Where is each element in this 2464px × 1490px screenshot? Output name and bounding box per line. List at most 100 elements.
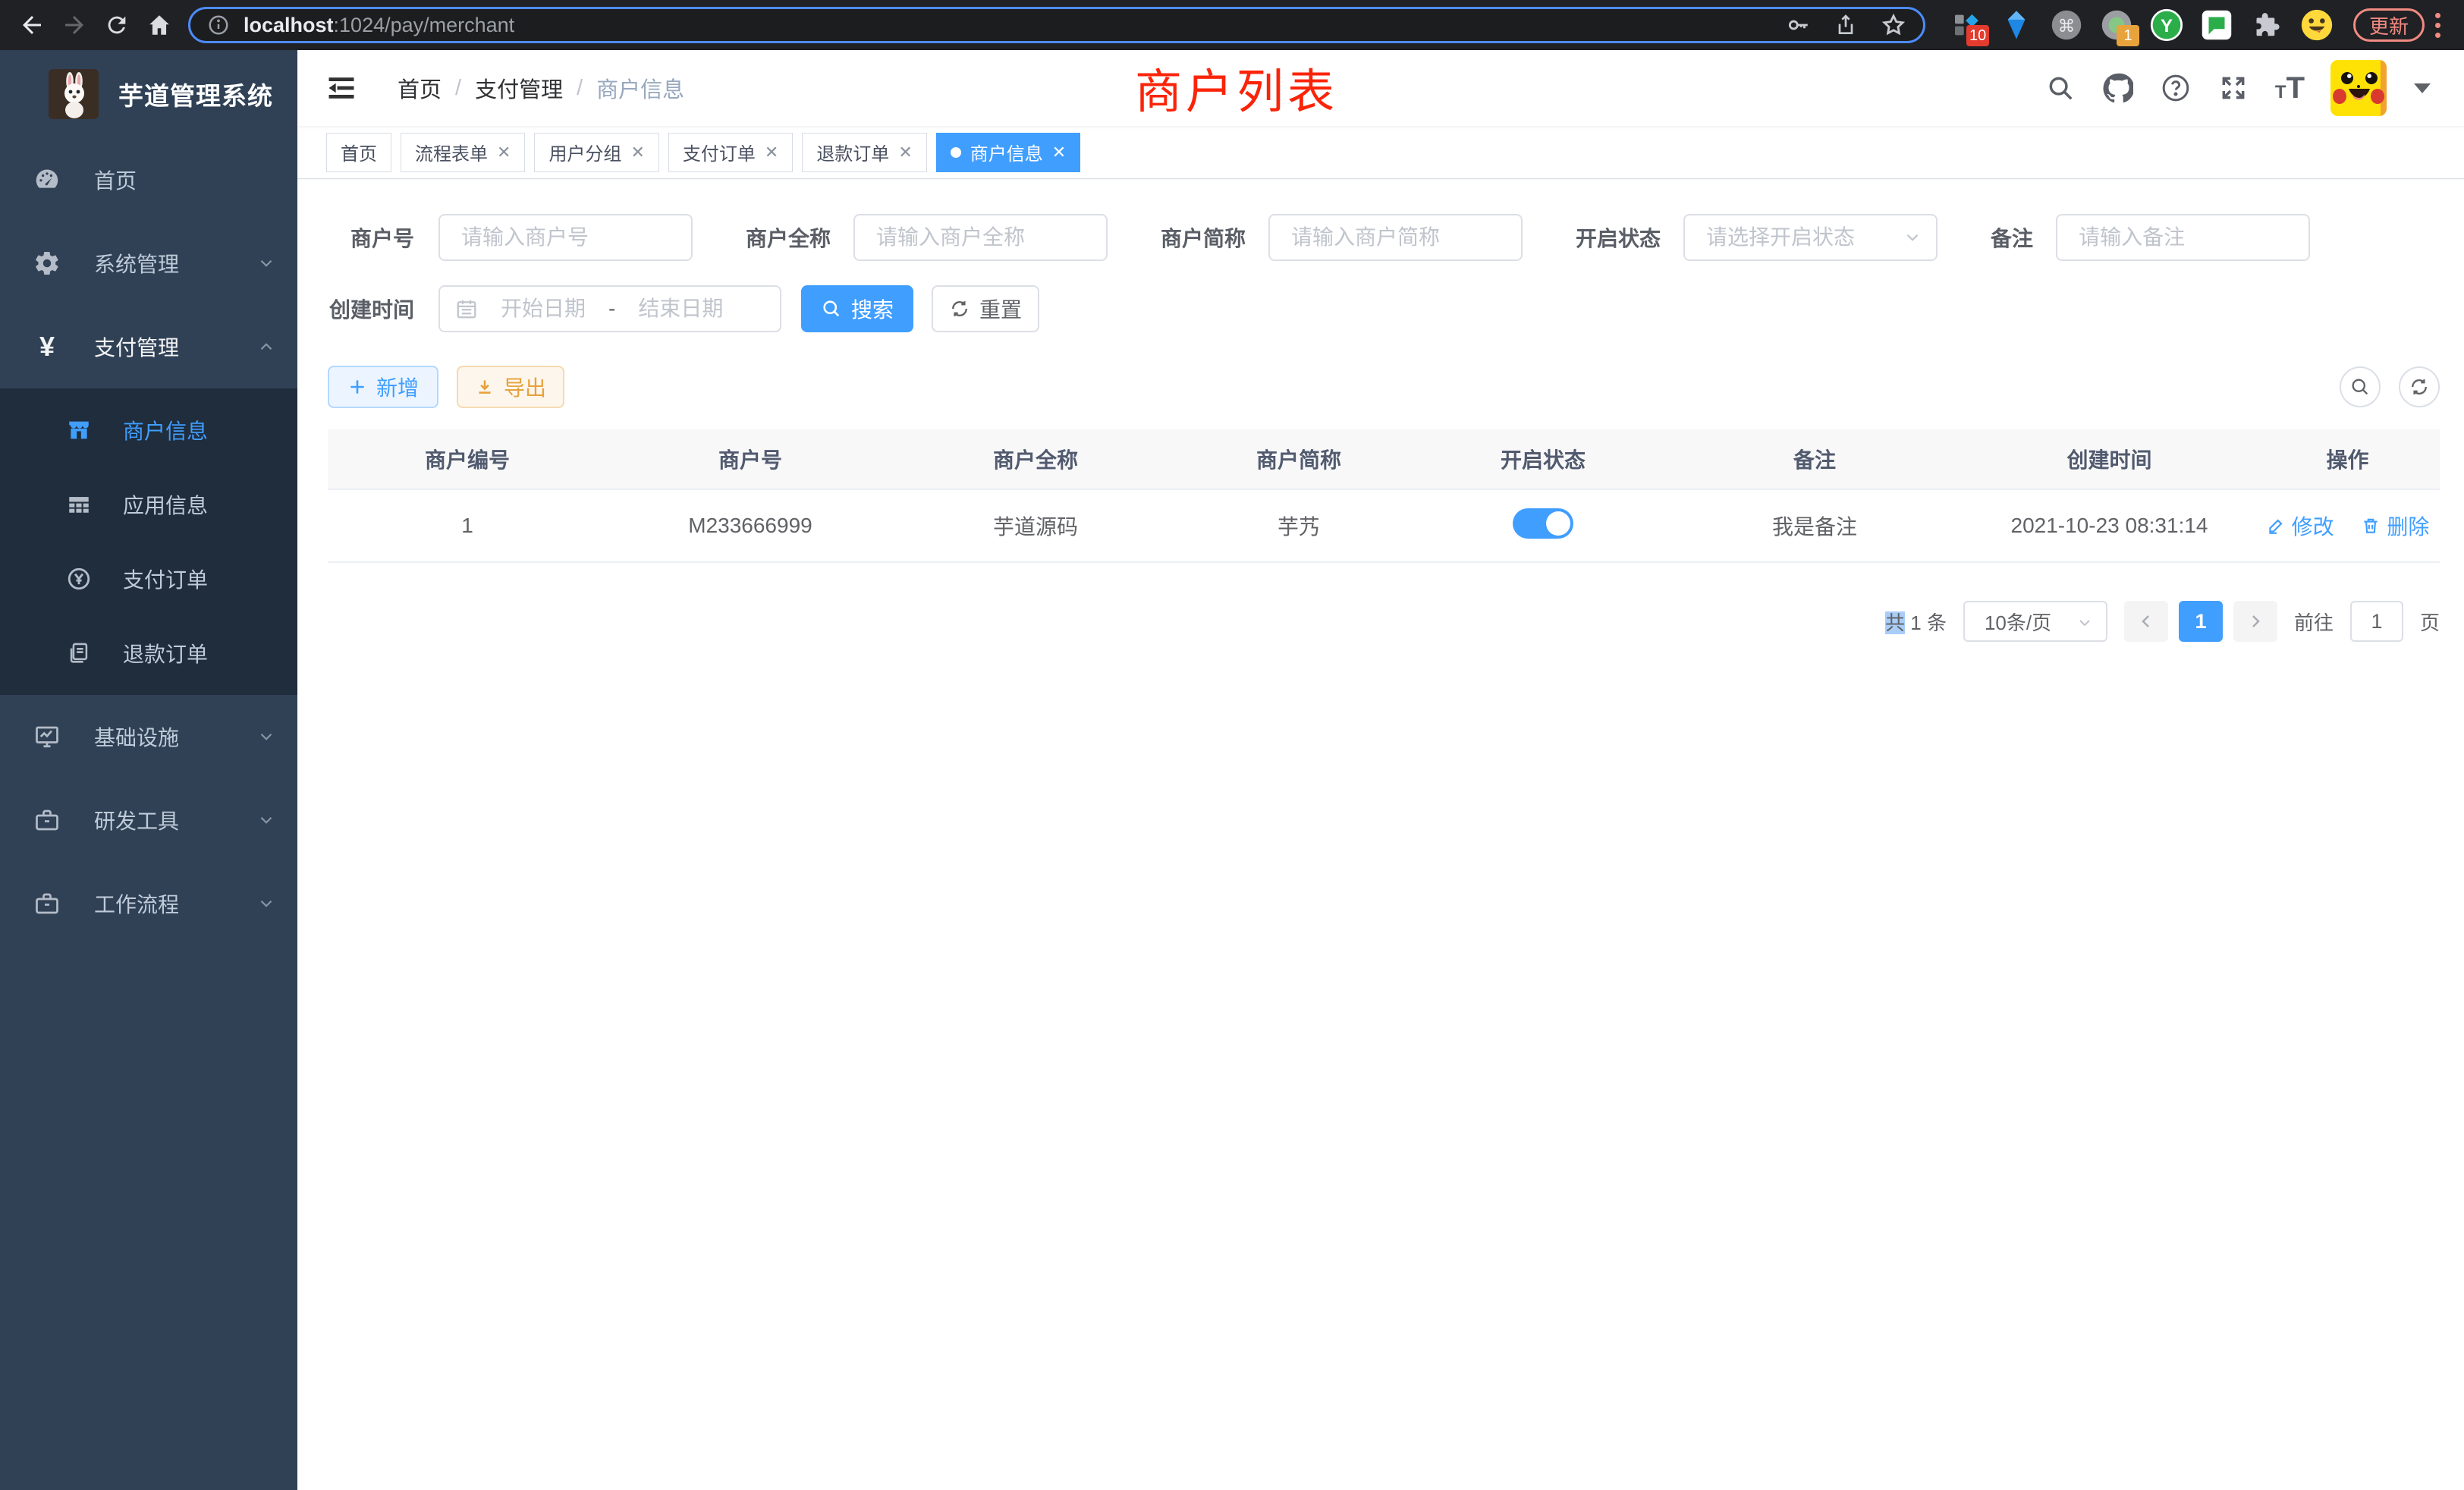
sidebar-item-pay-orders[interactable]: 支付订单 (0, 542, 297, 616)
tab-label: 退款订单 (816, 139, 889, 165)
ext-circle-icon[interactable]: 1 (2100, 8, 2133, 42)
tab-user-group[interactable]: 用户分组✕ (534, 133, 658, 172)
next-page-button[interactable] (2233, 601, 2277, 642)
field-label: 商户简称 (1161, 222, 1246, 253)
table-row: 1 M233666999 芋道源码 芋艿 我是备注 2021-10-23 08:… (328, 490, 2440, 563)
show-search-button[interactable] (2340, 366, 2381, 407)
tab-label: 支付订单 (683, 139, 756, 165)
app-logo-rabbit (49, 69, 99, 119)
site-info-icon[interactable] (207, 14, 230, 36)
status-select[interactable] (1683, 214, 1938, 261)
end-date-input[interactable] (620, 297, 741, 321)
sidebar-item-system[interactable]: 系统管理 (0, 222, 297, 305)
date-range-picker[interactable]: - (438, 285, 781, 332)
filter-full-name: 商户全称 (746, 214, 1108, 261)
sidebar-item-refund-orders[interactable]: 退款订单 (0, 616, 297, 690)
reload-icon[interactable] (96, 4, 138, 46)
avatar-caret-down-icon[interactable] (2414, 83, 2431, 93)
ext-y-icon[interactable]: Y (2150, 8, 2183, 42)
font-size-icon[interactable]: TT (2275, 73, 2305, 103)
app-logo-row[interactable]: 芋道管理系统 (0, 50, 297, 138)
close-icon[interactable]: ✕ (765, 143, 778, 162)
current-page-button[interactable]: 1 (2179, 601, 2223, 642)
main-area: 首页 / 支付管理 / 商户信息 商户列表 (297, 50, 2464, 1490)
user-avatar[interactable] (2330, 60, 2387, 116)
sidebar-item-label: 系统管理 (94, 248, 256, 278)
ext-command-icon[interactable]: ⌘ (2050, 8, 2083, 42)
cell-merchant-no: M233666999 (607, 514, 894, 538)
table-tools (2340, 366, 2440, 407)
tab-merchant-info[interactable]: 商户信息 ✕ (936, 133, 1080, 172)
edit-link[interactable]: 修改 (2266, 511, 2334, 541)
svg-text:⌘: ⌘ (2058, 16, 2076, 36)
export-button[interactable]: 导出 (457, 366, 564, 408)
status-toggle-on[interactable] (1513, 508, 1573, 539)
table-header-row: 商户编号 商户号 商户全称 商户简称 开启状态 备注 创建时间 操作 (328, 429, 2440, 490)
add-button[interactable]: 新增 (328, 366, 438, 408)
status-select-input[interactable] (1683, 214, 1938, 261)
github-icon[interactable] (2102, 72, 2134, 104)
back-icon[interactable] (11, 4, 53, 46)
page-content: 商户号 商户全称 商户简称 开启状态 (297, 179, 2464, 642)
close-icon[interactable]: ✕ (630, 143, 644, 162)
refresh-button[interactable] (2399, 366, 2440, 407)
merchant-table: 商户编号 商户号 商户全称 商户简称 开启状态 备注 创建时间 操作 1 M23… (328, 429, 2440, 563)
reset-button[interactable]: 重置 (932, 285, 1039, 332)
tab-pay-orders[interactable]: 支付订单 ✕ (668, 133, 793, 172)
share-icon[interactable] (1834, 13, 1858, 37)
close-icon[interactable]: ✕ (1052, 143, 1066, 162)
search-icon[interactable] (2044, 72, 2076, 104)
sidebar-fold-icon[interactable] (325, 71, 358, 105)
tab-label: 流程表单 (415, 139, 488, 165)
sidebar-item-dev-tools[interactable]: 研发工具 (0, 778, 297, 862)
cell-status (1420, 508, 1666, 544)
sidebar-item-label: 工作流程 (94, 888, 256, 919)
search-button[interactable]: 搜索 (801, 285, 913, 332)
chevron-up-icon (256, 337, 276, 357)
sidebar-item-workflow[interactable]: 工作流程 (0, 862, 297, 945)
url-path: :1024/pay/merchant (334, 14, 515, 37)
col-header: 开启状态 (1420, 444, 1666, 474)
sidebar-item-payment[interactable]: ¥ 支付管理 (0, 305, 297, 388)
pagination: 共 1 条 10条/页 1 (328, 601, 2440, 642)
tab-label: 商户信息 (970, 139, 1043, 165)
sidebar-item-app-info[interactable]: 应用信息 (0, 467, 297, 542)
help-icon[interactable] (2160, 72, 2192, 104)
tab-home[interactable]: 首页 (326, 133, 391, 172)
page-size-select[interactable]: 10条/页 (1963, 601, 2107, 642)
close-icon[interactable]: ✕ (497, 143, 511, 162)
goto-page-input[interactable] (2350, 601, 2403, 642)
short-name-input[interactable] (1268, 214, 1523, 261)
dashboard-icon (32, 166, 62, 193)
extensions-puzzle-icon[interactable] (2250, 8, 2283, 42)
add-button-label: 新增 (376, 372, 419, 402)
fullscreen-icon[interactable] (2217, 72, 2249, 104)
delete-link[interactable]: 删除 (2361, 511, 2429, 541)
tab-refund-orders[interactable]: 退款订单 ✕ (802, 133, 926, 172)
home-icon[interactable] (138, 4, 181, 46)
prev-page-button[interactable] (2124, 601, 2168, 642)
sidebar-item-merchant-info[interactable]: 商户信息 (0, 393, 297, 467)
start-date-input[interactable] (482, 297, 604, 321)
remark-input[interactable] (2056, 214, 2310, 261)
cell-actions: 修改 删除 (2255, 511, 2440, 541)
password-key-icon[interactable] (1785, 12, 1811, 38)
browser-menu-icon[interactable] (2435, 13, 2440, 38)
breadcrumb-payment[interactable]: 支付管理 (475, 72, 563, 104)
ext-chat-icon[interactable] (2200, 8, 2233, 42)
full-name-input[interactable] (853, 214, 1108, 261)
bookmark-star-icon[interactable] (1881, 12, 1906, 38)
sidebar-item-home[interactable]: 首页 (0, 138, 297, 222)
close-icon[interactable]: ✕ (898, 143, 912, 162)
breadcrumb-home[interactable]: 首页 (398, 72, 442, 104)
merchant-no-input[interactable] (438, 214, 693, 261)
sidebar-item-infrastructure[interactable]: 基础设施 (0, 695, 297, 778)
ext-emoji-icon[interactable] (2300, 8, 2334, 42)
url-bar[interactable]: localhost:1024/pay/merchant (188, 7, 1925, 43)
sidebar-item-label: 支付订单 (123, 564, 208, 594)
forward-icon[interactable] (53, 4, 96, 46)
ext-blocks-icon[interactable]: 10 (1950, 8, 1983, 42)
browser-update-button[interactable]: 更新 (2353, 8, 2425, 42)
tab-process-form[interactable]: 流程表单 ✕ (401, 133, 525, 172)
ext-gem-icon[interactable] (2000, 8, 2033, 42)
